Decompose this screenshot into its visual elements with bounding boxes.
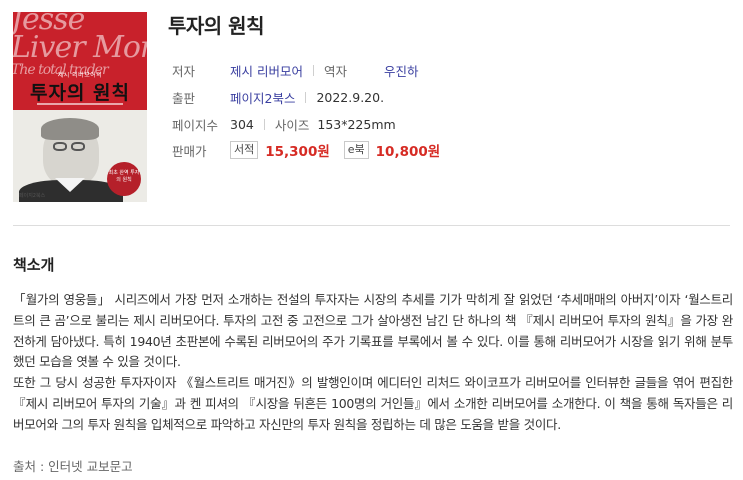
translator-link[interactable]: 우진하 [384, 61, 419, 80]
intro-heading: 책소개 [13, 256, 55, 274]
cover-badge: 최초 완역 투자의 원칙 [107, 162, 141, 196]
intro-paragraph: 또한 그 당시 성공한 투자자이자 《월스트리트 매거진》의 발행인이며 에디터… [13, 375, 733, 432]
intro-body: 「월가의 영웅들」 시리즈에서 가장 먼저 소개하는 전설의 투자자는 시장의 … [13, 290, 733, 436]
page-count: 304 [230, 116, 254, 132]
publish-date: 2022.9.20. [316, 89, 385, 105]
author-label: 저자 [172, 63, 196, 79]
cover-publisher-logo: 페이지2북스 [19, 193, 46, 199]
publisher-label: 출판 [172, 90, 196, 106]
book-title: 투자의 원칙 [168, 14, 264, 38]
portrait-hair [41, 118, 99, 140]
author-link[interactable]: 제시 리버모어 [230, 61, 303, 80]
cover-script-lettering: Jesse Liver More The total trader [13, 12, 147, 78]
cover-script-line: Liver More [13, 30, 147, 65]
meta-separator [263, 118, 265, 130]
price-label: 판매가 [172, 143, 207, 159]
portrait-glasses-right [71, 142, 85, 151]
book-size: 153*225mm [317, 116, 396, 132]
meta-separator [312, 64, 314, 76]
ebook-price: 10,800원 [375, 144, 441, 160]
publisher-link[interactable]: 페이지2북스 [230, 88, 295, 107]
price-row: 판매가 서적 15,300원 e북 10,800원 [172, 141, 441, 160]
meta-separator [305, 91, 307, 103]
paper-book-tag: 서적 [230, 141, 259, 159]
intro-paragraph: 「월가의 영웅들」 시리즈에서 가장 먼저 소개하는 전설의 투자자는 시장의 … [13, 292, 733, 370]
author-row: 저자 제시 리버모어 역자 우진하 [172, 61, 419, 79]
cover-title: 투자의 원칙 [29, 82, 130, 104]
section-divider [13, 225, 730, 226]
portrait-glasses-left [53, 142, 67, 151]
pages-label: 페이지수 [172, 117, 219, 133]
source-credit: 출처 : 인터넷 교보문고 [13, 459, 133, 474]
translator-label: 역자 [323, 63, 347, 79]
pages-row: 페이지수 304 사이즈 153*225mm [172, 115, 396, 133]
size-label: 사이즈 [274, 117, 310, 133]
paper-price: 15,300원 [265, 144, 330, 160]
publisher-row: 출판 페이지2북스 2022.9.20. [172, 88, 384, 106]
book-cover-image: Jesse Liver More The total trader 제시 리버모… [13, 12, 147, 202]
cover-divider [37, 103, 123, 105]
ebook-tag: e북 [343, 141, 369, 159]
